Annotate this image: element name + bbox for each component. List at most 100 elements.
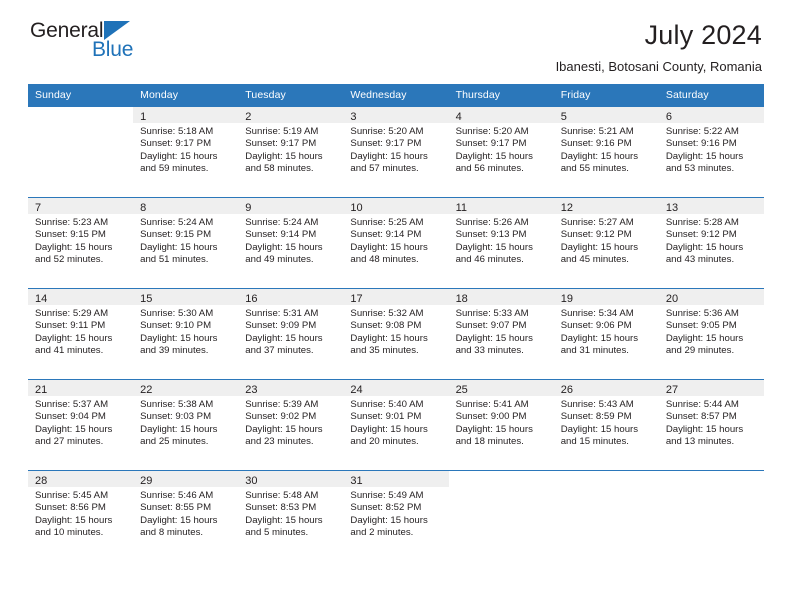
day-number-band: 27 (658, 380, 764, 396)
weekday-header-tuesday: Tuesday (238, 84, 344, 107)
day-number: 23 (245, 384, 258, 396)
general-blue-logo[interactable]: General Blue (28, 18, 158, 66)
day-number: 29 (140, 475, 153, 487)
day-details: Sunrise: 5:49 AM Sunset: 8:52 PM Daylight:… (343, 487, 448, 540)
day-number: 7 (35, 202, 42, 214)
day-cell[interactable]: 27 Sunrise: 5:44 AM Sunset: 8:57 PM Dayligh… (658, 380, 764, 470)
day-number-band: 24 (343, 380, 449, 396)
sunrise-text: Sunrise: 5:20 AM (350, 126, 424, 137)
day-cell[interactable]: 22 Sunrise: 5:38 AM Sunset: 9:03 PM Dayligh… (133, 380, 239, 470)
day-number: 2 (245, 111, 252, 123)
day-cell[interactable]: 19 Sunrise: 5:34 AM Sunset: 9:06 PM Dayligh… (553, 289, 659, 379)
daylight-text-line2: and 52 minutes. (35, 254, 104, 266)
day-number: 31 (350, 475, 363, 487)
daylight-text-line2: and 48 minutes. (350, 254, 419, 266)
day-number: 9 (245, 202, 252, 214)
day-cell[interactable]: 15 Sunrise: 5:30 AM Sunset: 9:10 PM Dayligh… (133, 289, 239, 379)
day-cell[interactable]: 21 Sunrise: 5:37 AM Sunset: 9:04 PM Dayligh… (28, 380, 134, 470)
daylight-text-line2: and 5 minutes. (245, 527, 309, 539)
daylight-text-line2: and 25 minutes. (140, 436, 209, 448)
sunrise-text: Sunrise: 5:19 AM (245, 126, 319, 137)
day-number-band: 16 (238, 289, 344, 305)
day-number: 14 (35, 293, 48, 305)
daylight-text-line2: and 27 minutes. (35, 436, 104, 448)
daylight-text-line1: Daylight: 15 hours (140, 423, 218, 435)
day-cell[interactable]: 10 Sunrise: 5:25 AM Sunset: 9:14 PM Dayligh… (343, 198, 449, 288)
day-cell[interactable]: 2 Sunrise: 5:19 AM Sunset: 9:17 PM Daylight… (238, 107, 344, 197)
weekday-header-thursday: Thursday (448, 84, 554, 107)
daylight-text-line1: Daylight: 15 hours (455, 423, 533, 435)
day-number-band: 9 (238, 198, 344, 214)
daylight-text-line1: Daylight: 15 hours (35, 423, 113, 435)
day-number-band: 10 (343, 198, 449, 214)
day-details: Sunrise: 5:20 AM Sunset: 9:17 PM Daylight:… (343, 123, 448, 176)
sunrise-text: Sunrise: 5:20 AM (455, 126, 529, 137)
calendar-week-row: 7 Sunrise: 5:23 AM Sunset: 9:15 PM Daylight… (28, 197, 764, 289)
day-cell[interactable]: 16 Sunrise: 5:31 AM Sunset: 9:09 PM Dayligh… (238, 289, 344, 379)
calendar-week-row: 28 Sunrise: 5:45 AM Sunset: 8:56 PM Dayligh… (28, 470, 764, 561)
day-details: Sunrise: 5:37 AM Sunset: 9:04 PM Daylight:… (28, 396, 133, 449)
sunrise-text: Sunrise: 5:49 AM (350, 490, 424, 501)
day-cell[interactable]: 30 Sunrise: 5:48 AM Sunset: 8:53 PM Dayligh… (238, 471, 344, 561)
day-cell-empty (553, 471, 659, 561)
day-cell[interactable]: 26 Sunrise: 5:43 AM Sunset: 8:59 PM Dayligh… (553, 380, 659, 470)
sunrise-text: Sunrise: 5:18 AM (140, 126, 214, 137)
day-cell[interactable]: 5 Sunrise: 5:21 AM Sunset: 9:16 PM Daylight… (553, 107, 659, 197)
day-cell[interactable]: 20 Sunrise: 5:36 AM Sunset: 9:05 PM Dayligh… (658, 289, 764, 379)
sunset-text: Sunset: 9:01 PM (350, 411, 422, 423)
day-details: Sunrise: 5:22 AM Sunset: 9:16 PM Daylight:… (659, 123, 764, 176)
day-cell[interactable]: 29 Sunrise: 5:46 AM Sunset: 8:55 PM Dayligh… (133, 471, 239, 561)
day-cell[interactable]: 12 Sunrise: 5:27 AM Sunset: 9:12 PM Dayligh… (553, 198, 659, 288)
sunset-text: Sunset: 9:02 PM (245, 411, 317, 423)
day-cell[interactable]: 8 Sunrise: 5:24 AM Sunset: 9:15 PM Daylight… (133, 198, 239, 288)
day-details: Sunrise: 5:27 AM Sunset: 9:12 PM Daylight:… (554, 214, 659, 267)
day-cell[interactable]: 18 Sunrise: 5:33 AM Sunset: 9:07 PM Dayligh… (448, 289, 554, 379)
page-title: July 2024 (644, 20, 762, 50)
sunrise-text: Sunrise: 5:27 AM (560, 217, 634, 228)
day-number-band: 6 (658, 107, 764, 123)
day-cell[interactable]: 14 Sunrise: 5:29 AM Sunset: 9:11 PM Dayligh… (28, 289, 134, 379)
day-cell[interactable]: 23 Sunrise: 5:39 AM Sunset: 9:02 PM Dayligh… (238, 380, 344, 470)
day-details: Sunrise: 5:34 AM Sunset: 9:06 PM Daylight:… (554, 305, 659, 358)
day-number: 21 (35, 384, 48, 396)
daylight-text-line2: and 23 minutes. (245, 436, 314, 448)
day-number-band: 19 (553, 289, 659, 305)
day-number: 17 (350, 293, 363, 305)
day-number-band: 29 (133, 471, 239, 487)
day-number: 28 (35, 475, 48, 487)
day-cell[interactable]: 9 Sunrise: 5:24 AM Sunset: 9:14 PM Daylight… (238, 198, 344, 288)
sunset-text: Sunset: 9:00 PM (455, 411, 527, 423)
sunset-text: Sunset: 9:04 PM (35, 411, 106, 423)
sunset-text: Sunset: 8:55 PM (140, 502, 212, 514)
day-cell[interactable]: 28 Sunrise: 5:45 AM Sunset: 8:56 PM Dayligh… (28, 471, 134, 561)
day-cell[interactable]: 1 Sunrise: 5:18 AM Sunset: 9:17 PM Daylight… (133, 107, 239, 197)
day-cell[interactable]: 13 Sunrise: 5:28 AM Sunset: 9:12 PM Dayligh… (658, 198, 764, 288)
sunset-text: Sunset: 9:06 PM (560, 320, 632, 332)
day-number: 18 (455, 293, 468, 305)
day-cell[interactable]: 24 Sunrise: 5:40 AM Sunset: 9:01 PM Dayligh… (343, 380, 449, 470)
day-cell[interactable]: 25 Sunrise: 5:41 AM Sunset: 9:00 PM Dayligh… (448, 380, 554, 470)
day-cell[interactable]: 6 Sunrise: 5:22 AM Sunset: 9:16 PM Daylight… (658, 107, 764, 197)
weekday-header-row: Sunday Monday Tuesday Wednesday Thursday Frid… (28, 84, 764, 107)
daylight-text-line1: Daylight: 15 hours (245, 514, 323, 526)
day-number-band: 30 (238, 471, 344, 487)
day-cell[interactable]: 4 Sunrise: 5:20 AM Sunset: 9:17 PM Daylight… (448, 107, 554, 197)
daylight-text-line1: Daylight: 15 hours (140, 514, 218, 526)
day-number: 10 (350, 202, 363, 214)
day-details: Sunrise: 5:40 AM Sunset: 9:01 PM Daylight:… (343, 396, 448, 449)
daylight-text-line2: and 58 minutes. (245, 163, 314, 175)
day-cell[interactable]: 3 Sunrise: 5:20 AM Sunset: 9:17 PM Daylight… (343, 107, 449, 197)
day-cell[interactable]: 11 Sunrise: 5:26 AM Sunset: 9:13 PM Dayligh… (448, 198, 554, 288)
day-number-band: 1 (133, 107, 239, 123)
sunset-text: Sunset: 9:12 PM (560, 229, 632, 241)
daylight-text-line2: and 57 minutes. (350, 163, 419, 175)
daylight-text-line2: and 43 minutes. (665, 254, 735, 266)
daylight-text-line1: Daylight: 15 hours (665, 241, 744, 253)
daylight-text-line2: and 10 minutes. (35, 527, 104, 539)
day-details: Sunrise: 5:38 AM Sunset: 9:03 PM Daylight:… (133, 396, 238, 449)
day-cell[interactable]: 31 Sunrise: 5:49 AM Sunset: 8:52 PM Dayligh… (343, 471, 449, 561)
day-cell[interactable]: 17 Sunrise: 5:32 AM Sunset: 9:08 PM Dayligh… (343, 289, 449, 379)
daylight-text-line2: and 18 minutes. (455, 436, 524, 448)
sunrise-text: Sunrise: 5:39 AM (245, 399, 319, 410)
day-cell[interactable]: 7 Sunrise: 5:23 AM Sunset: 9:15 PM Daylight… (28, 198, 134, 288)
